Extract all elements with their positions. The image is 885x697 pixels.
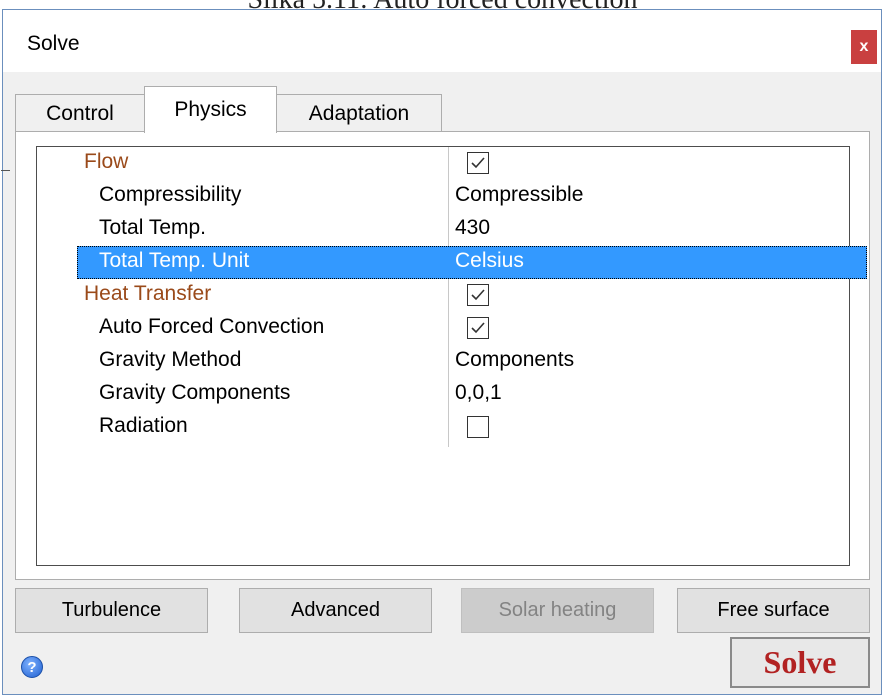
free-surface-button[interactable]: Free surface <box>677 588 870 633</box>
property-grid[interactable]: Flow Compressibility Compressible Total … <box>36 146 867 566</box>
solve-button[interactable]: Solve <box>730 637 870 688</box>
property-value[interactable]: Compressible <box>455 183 583 207</box>
property-row-flow[interactable]: Flow <box>37 147 849 180</box>
property-value[interactable]: 0,0,1 <box>455 381 502 405</box>
property-row-gravity-method[interactable]: Gravity Method Components <box>37 345 849 378</box>
property-label: Compressibility <box>99 183 242 206</box>
solve-dialog: Solve x Control Physics Adaptation Flow … <box>1 9 882 695</box>
close-button[interactable]: x <box>851 30 877 64</box>
property-row-gravity-components[interactable]: Gravity Components 0,0,1 <box>37 378 849 411</box>
property-label: Radiation <box>99 414 188 437</box>
property-row-total-temp[interactable]: Total Temp. 430 <box>37 213 849 246</box>
window-title: Solve <box>27 32 80 55</box>
property-value[interactable]: Celsius <box>455 249 524 273</box>
property-label: Gravity Components <box>99 381 291 404</box>
property-label: Heat Transfer <box>84 282 212 305</box>
property-value[interactable]: Components <box>455 348 574 372</box>
advanced-button[interactable]: Advanced <box>239 588 432 633</box>
help-question-icon[interactable]: ? <box>21 656 43 678</box>
heat-transfer-checkbox[interactable] <box>467 284 489 306</box>
tab-control[interactable]: Control <box>15 94 145 132</box>
checkmark-icon <box>471 157 485 169</box>
auto-forced-convection-checkbox[interactable] <box>467 317 489 339</box>
turbulence-button[interactable]: Turbulence <box>15 588 208 633</box>
property-label: Total Temp. <box>99 216 206 239</box>
property-row-total-temp-unit[interactable]: Total Temp. Unit Celsius <box>37 246 867 279</box>
property-label: Gravity Method <box>99 348 242 371</box>
window-edge-mark <box>1 170 10 171</box>
physics-panel: Flow Compressibility Compressible Total … <box>15 131 870 580</box>
property-row-auto-forced-convection[interactable]: Auto Forced Convection <box>37 312 849 345</box>
property-row-radiation[interactable]: Radiation <box>37 411 849 444</box>
tab-physics[interactable]: Physics <box>144 86 277 133</box>
checkmark-icon <box>471 289 485 301</box>
tab-adaptation[interactable]: Adaptation <box>276 94 442 132</box>
property-label: Flow <box>84 150 129 173</box>
property-row-compressibility[interactable]: Compressibility Compressible <box>37 180 849 213</box>
property-row-heat-transfer[interactable]: Heat Transfer <box>37 279 849 312</box>
checkmark-icon <box>471 322 485 334</box>
property-label: Total Temp. Unit <box>99 249 250 272</box>
solar-heating-button[interactable]: Solar heating <box>461 588 654 633</box>
flow-checkbox[interactable] <box>467 152 489 174</box>
property-label: Auto Forced Convection <box>99 315 325 338</box>
property-value[interactable]: 430 <box>455 216 490 240</box>
title-bar: Solve x <box>3 10 881 72</box>
radiation-checkbox[interactable] <box>467 416 489 438</box>
